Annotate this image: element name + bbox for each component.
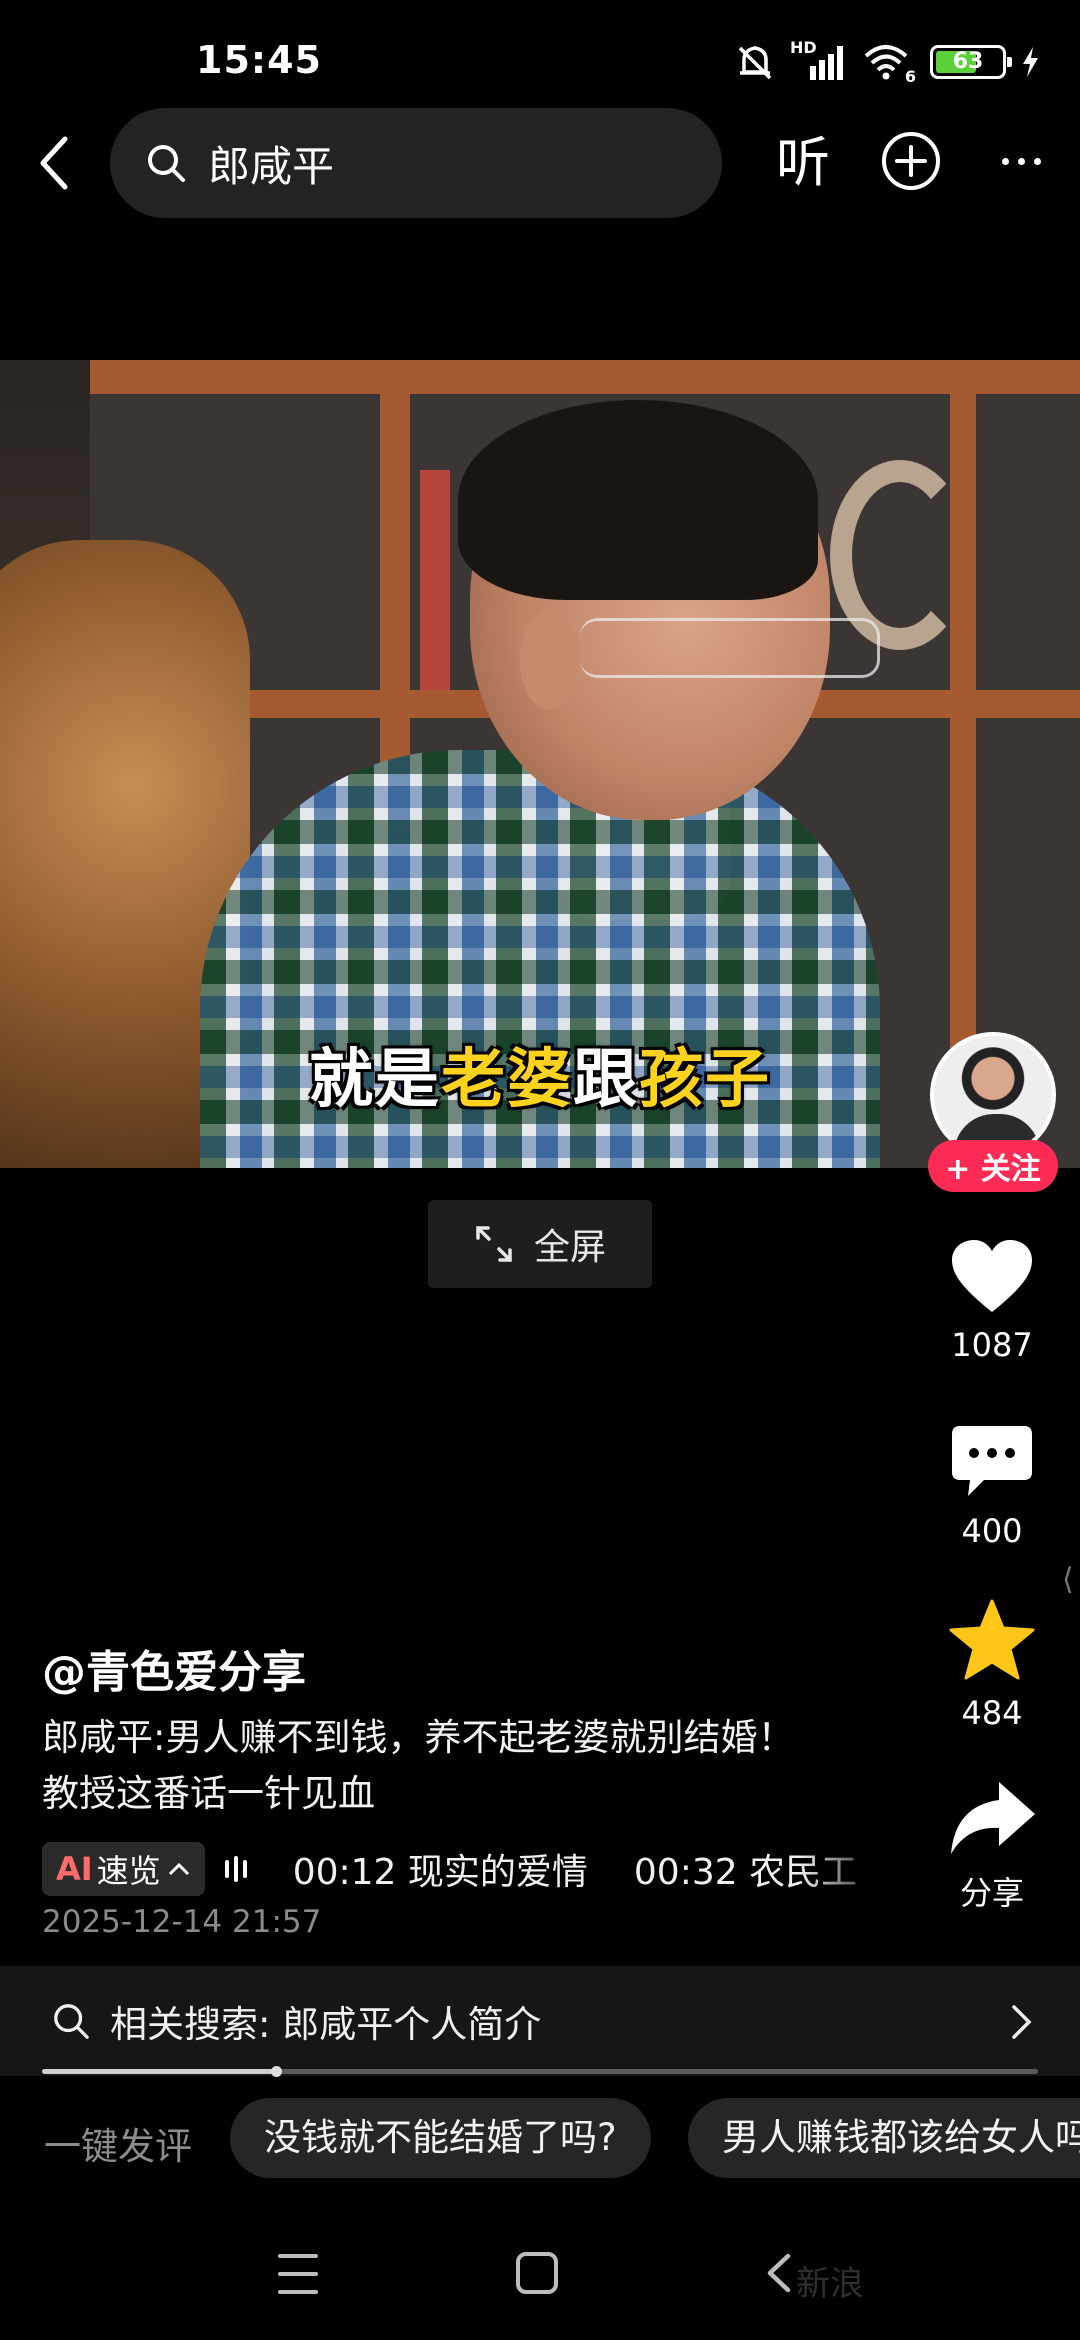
quick-comment-chip[interactable]: 没钱就不能结婚了吗?: [230, 2098, 651, 2178]
star-icon: [949, 1599, 1035, 1680]
battery-icon: 63: [930, 45, 1012, 79]
system-nav-bar: 新浪: [0, 2220, 1080, 2340]
mute-icon: [738, 46, 772, 80]
home-button[interactable]: [516, 2252, 558, 2294]
ai-summary-label: 速览: [96, 1852, 161, 1890]
listen-button[interactable]: 听: [768, 128, 838, 198]
expand-icon: [476, 1226, 512, 1262]
back-button[interactable]: [20, 128, 90, 198]
top-nav: 郎咸平 听: [0, 108, 1080, 220]
person-glasses: [580, 618, 880, 678]
video-progress-fill: [42, 2069, 277, 2074]
wifi-sub-label: 6: [904, 67, 916, 86]
chapter-title: 现实的爱情: [407, 1852, 588, 1893]
recent-apps-button[interactable]: [278, 2254, 318, 2294]
more-icon: [1001, 157, 1009, 165]
related-search-bar[interactable]: 相关搜索: 郎咸平个人简介: [0, 1966, 1080, 2076]
share-label: 分享: [959, 1874, 1024, 1912]
person-hair: [458, 400, 818, 600]
charging-icon: [1023, 47, 1038, 77]
battery-level: 63: [952, 49, 984, 74]
shelf-books: [420, 470, 450, 690]
battery-tip: [1007, 57, 1012, 67]
favorite-count: 484: [961, 1694, 1023, 1732]
chapter-item[interactable]: 00:12 现实的爱情: [293, 1843, 588, 1895]
caption-line: 郎咸平:男人赚不到钱，养不起老婆就别结婚！: [42, 1716, 795, 1759]
status-icons: HD 6 63: [734, 38, 1040, 86]
search-query: 郎咸平: [208, 141, 335, 191]
ai-badge: AI: [56, 1850, 93, 1888]
fullscreen-button[interactable]: 全屏: [428, 1200, 652, 1288]
status-bar: 15:45 HD 6 63: [0, 0, 1080, 110]
add-circle-icon: [882, 132, 940, 190]
favorite-button[interactable]: 484: [932, 1598, 1052, 1732]
subtitle-part: 就是: [309, 1043, 441, 1117]
quick-comment-chip[interactable]: 男人赚钱都该给女人吗: [688, 2098, 1080, 2178]
more-icon-dot: [1033, 157, 1041, 165]
subtitle-highlight: 孩子: [639, 1043, 771, 1117]
heart-icon: [952, 1240, 1032, 1312]
search-icon: [148, 145, 185, 182]
fullscreen-label: 全屏: [533, 1227, 606, 1268]
comment-count: 400: [961, 1512, 1023, 1550]
person-ear: [520, 610, 580, 710]
follow-button[interactable]: + 关注: [928, 1140, 1058, 1192]
chevron-up-icon: [168, 1862, 189, 1876]
share-arrow-icon: [951, 1782, 1035, 1854]
menu-icon-line: [278, 2272, 318, 2276]
comment-icon: [952, 1426, 1032, 1496]
ai-summary-row: AI 速览 00:12 现实的爱情 00:32 农民工: [42, 1842, 872, 1896]
author-name[interactable]: @青色爱分享: [42, 1636, 306, 1700]
more-icon-dot: [1017, 157, 1025, 165]
wifi-icon: 6: [862, 42, 916, 86]
watermark: 新浪: [796, 2264, 864, 2304]
status-time: 15:45: [196, 38, 322, 82]
menu-icon: [278, 2254, 318, 2258]
shelf-board: [90, 360, 1080, 394]
quick-comment-row: 一键发评 没钱就不能结婚了吗? 男人赚钱都该给女人吗: [0, 2098, 1080, 2180]
chapter-fade: [800, 1836, 890, 1900]
back-arrow-icon: [40, 136, 68, 190]
search-box[interactable]: 郎咸平: [110, 108, 722, 218]
search-icon: [54, 2004, 89, 2039]
subtitle-part: 跟: [573, 1043, 639, 1117]
quick-comment-label: 一键发评: [44, 2125, 192, 2168]
share-button[interactable]: 分享: [932, 1778, 1052, 1914]
video-progress-bar[interactable]: [42, 2066, 1038, 2077]
ai-summary-button[interactable]: AI 速览: [42, 1842, 205, 1896]
side-drawer-handle-icon[interactable]: ⟨: [1062, 1562, 1074, 1597]
add-button[interactable]: [880, 130, 942, 192]
video-player[interactable]: 就是老婆跟孩子: [0, 360, 1080, 1168]
like-button[interactable]: 1087: [932, 1238, 1052, 1364]
like-count: 1087: [951, 1326, 1033, 1364]
caption-line: 教授这番话一针见血: [42, 1772, 375, 1815]
chapter-time: 00:12: [292, 1852, 397, 1893]
post-timestamp: 2025-12-14 21:57: [42, 1904, 322, 1940]
subtitle-highlight: 老婆: [441, 1043, 573, 1117]
related-search-label: 相关搜索: 郎咸平个人简介: [110, 2003, 542, 2046]
signal-icon: HD: [790, 38, 848, 82]
more-button[interactable]: [990, 130, 1052, 192]
video-progress-knob[interactable]: [271, 2066, 283, 2077]
menu-icon-line: [278, 2290, 318, 2294]
comment-button[interactable]: 400: [932, 1424, 1052, 1550]
video-subtitle: 就是老婆跟孩子: [0, 1028, 1080, 1120]
audio-bars-icon: [224, 1856, 247, 1882]
chapter-time: 00:32: [633, 1852, 738, 1893]
chevron-right-icon: [1012, 2005, 1032, 2039]
post-caption: 郎咸平:男人赚不到钱，养不起老婆就别结婚！ 教授这番话一针见血: [42, 1710, 882, 1822]
